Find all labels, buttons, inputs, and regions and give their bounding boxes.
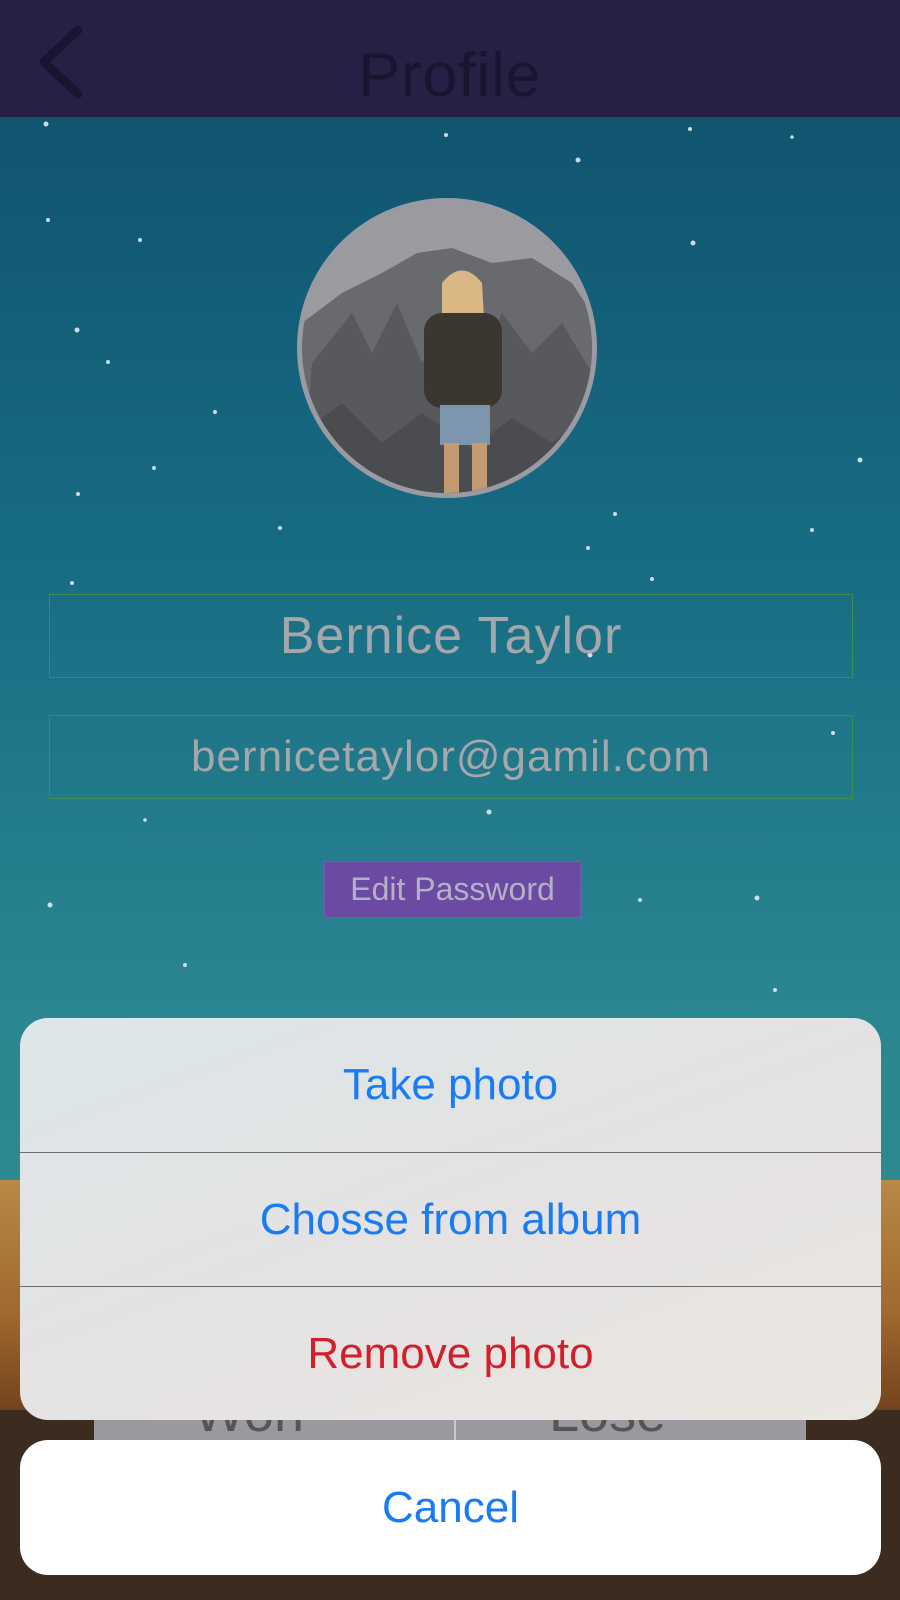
choose-from-album-button[interactable]: Chosse from album	[20, 1152, 881, 1286]
navigation-bar: Profile	[0, 0, 900, 117]
take-photo-button[interactable]: Take photo	[20, 1018, 881, 1152]
profile-photo-icon	[302, 203, 592, 493]
profile-avatar[interactable]	[297, 198, 597, 498]
edit-password-button[interactable]: Edit Password	[324, 861, 581, 918]
photo-action-sheet: Take photo Chosse from album Remove phot…	[20, 1018, 881, 1420]
page-title: Profile	[358, 41, 542, 110]
name-field[interactable]: Bernice Taylor	[49, 594, 853, 678]
cancel-button[interactable]: Cancel	[20, 1440, 881, 1575]
profile-screen: Profile Bernice Taylor bernicetaylor@gam…	[0, 0, 900, 1600]
remove-photo-button[interactable]: Remove photo	[20, 1286, 881, 1420]
email-field[interactable]: bernicetaylor@gamil.com	[49, 715, 853, 799]
